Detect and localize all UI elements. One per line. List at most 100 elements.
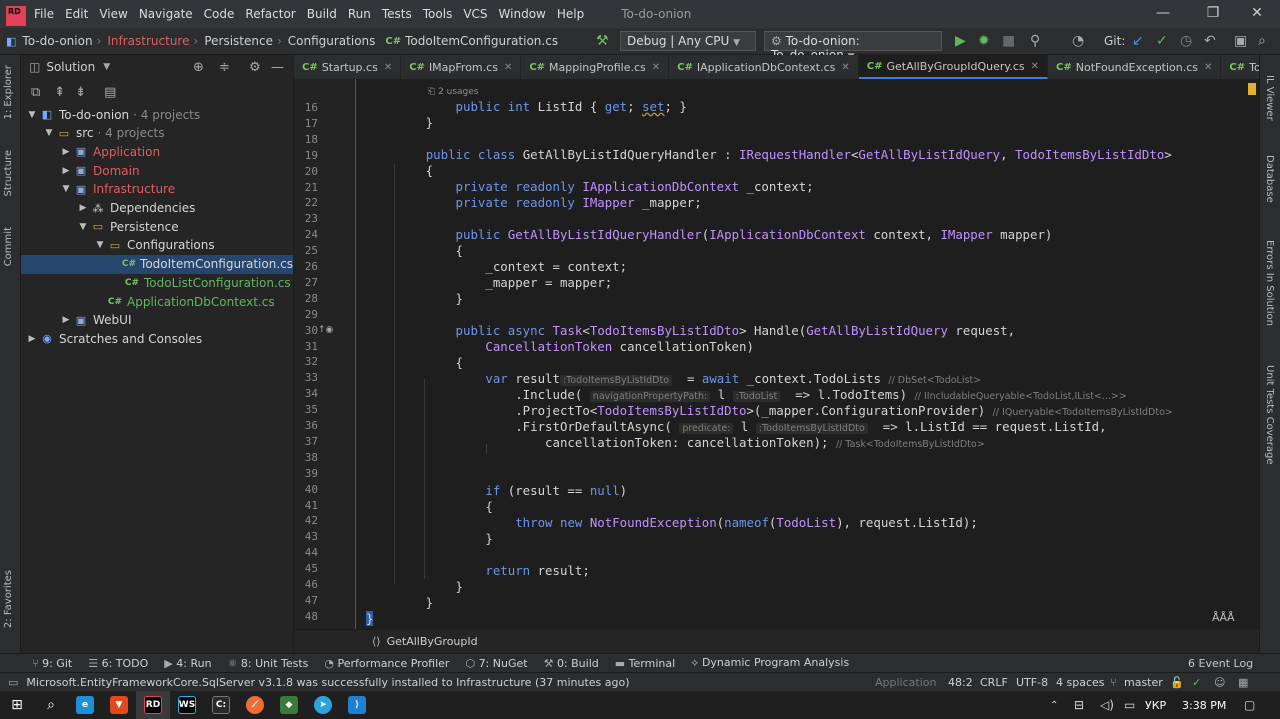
tree-node[interactable]: C# TodoListConfiguration.cs	[21, 273, 293, 292]
hide-icon[interactable]: —	[271, 60, 284, 75]
taskbar-webstorm[interactable]: WS	[170, 691, 204, 719]
git-update-icon[interactable]: ↙	[1132, 33, 1144, 49]
menu-tools[interactable]: Tools	[423, 7, 453, 21]
profiler-icon[interactable]: ◔	[1072, 33, 1084, 49]
tree-node[interactable]: ▼ ▣ Infrastructure	[21, 180, 293, 199]
tool-dpa[interactable]: ⟡ Dynamic Program Analysis	[691, 656, 849, 670]
tab-notfoundexception[interactable]: C# NotFoundException.cs ✕	[1048, 55, 1222, 79]
git-rollback-icon[interactable]: ↶	[1204, 33, 1216, 49]
battery-icon[interactable]: ▭	[1124, 698, 1135, 712]
tree-node[interactable]: ▶ ▣ WebUI	[21, 311, 293, 330]
explorer-strip-tab[interactable]: 1: Explorer	[3, 65, 14, 120]
taskbar-git-client[interactable]: ◆	[272, 691, 306, 719]
checkmark-icon[interactable]: ✓	[1192, 676, 1201, 689]
status-project[interactable]: Application	[875, 676, 936, 689]
tab-mappingprofile[interactable]: C# MappingProfile.cs ✕	[521, 55, 670, 79]
explorer-title[interactable]: Solution	[46, 60, 95, 74]
tab-iapplicationdbcontext[interactable]: C# IApplicationDbContext.cs ✕	[669, 55, 859, 79]
chevron-down-icon[interactable]: ▼	[42, 128, 56, 138]
expand-icon[interactable]: ⇞	[54, 85, 65, 100]
code-editor[interactable]: 16 17 18 19 20 21 22 23 24 25 26 27 28 29 30 31 32 33 34 35…	[294, 79, 1259, 629]
attach-icon[interactable]: ⚲	[1030, 33, 1040, 49]
tree-node[interactable]: ▶ ▣ Domain	[21, 161, 293, 180]
tool-git[interactable]: ⑂ 9: Git	[32, 657, 72, 670]
database-strip-tab[interactable]: Database	[1264, 155, 1275, 203]
close-icon[interactable]: ✕	[384, 62, 392, 73]
tab-startup[interactable]: C# Startup.cs ✕	[294, 55, 402, 79]
usages-hint[interactable]: ⎗ 2 usages	[428, 87, 479, 97]
il-viewer-strip-tab[interactable]: IL Viewer	[1264, 75, 1275, 121]
menu-navigate[interactable]: Navigate	[139, 7, 193, 21]
menu-vcs[interactable]: VCS	[463, 7, 487, 21]
menu-view[interactable]: View	[99, 7, 127, 21]
tree-node[interactable]: ▶ ◉ Scratches and Consoles	[21, 329, 293, 348]
chevron-right-icon[interactable]: ▶	[76, 203, 90, 213]
memory-icon[interactable]: ▦	[1238, 676, 1248, 689]
event-log[interactable]: 6 Event Log	[1188, 657, 1253, 670]
show-all-files-icon[interactable]: ⧉	[31, 85, 40, 100]
favorites-strip-tab[interactable]: 2: Favorites	[3, 570, 14, 628]
inspection-icon[interactable]: ÅÅÅ	[1212, 611, 1235, 624]
git-commit-icon[interactable]: ✓	[1156, 33, 1168, 49]
menu-tests[interactable]: Tests	[382, 7, 412, 21]
gear-icon[interactable]: ⚙	[249, 60, 261, 75]
tree-node[interactable]: ▼ ◧ To-do-onion · 4 projects	[21, 105, 293, 124]
chevron-right-icon[interactable]: ▶	[59, 315, 73, 325]
smile-icon[interactable]: ☺	[1214, 676, 1225, 689]
run-icon[interactable]: ▶	[955, 33, 966, 49]
menu-run[interactable]: Run	[348, 7, 371, 21]
preview-icon[interactable]: ▤	[104, 85, 116, 100]
volume-icon[interactable]: ◁)	[1100, 698, 1114, 712]
collapse-icon[interactable]: ⇟	[75, 85, 86, 100]
close-icon[interactable]: ✕	[652, 62, 660, 73]
file-encoding[interactable]: UTF-8	[1016, 676, 1048, 689]
breadcrumb-solution[interactable]: To-do-onion	[22, 34, 92, 48]
tool-terminal[interactable]: ▬ Terminal	[615, 657, 675, 670]
tool-profiler[interactable]: ◔ Performance Profiler	[324, 657, 449, 670]
close-icon[interactable]: ✕	[1204, 62, 1212, 73]
commit-strip-tab[interactable]: Commit	[3, 227, 14, 266]
implements-icon[interactable]: ↑◉	[318, 325, 333, 335]
search-icon[interactable]: ⌕	[1258, 33, 1266, 49]
close-icon[interactable]: ✕	[841, 62, 849, 73]
run-target-dropdown[interactable]: ⚙ To-do-onion: To_do_onion ▼	[764, 31, 942, 62]
menu-edit[interactable]: Edit	[65, 7, 88, 21]
tree-node[interactable]: ▶ ▣ Application	[21, 142, 293, 161]
windows-start-button[interactable]: ⊞	[0, 691, 34, 719]
stop-icon[interactable]: ■	[1002, 33, 1015, 49]
maximize-button[interactable]: ❐	[1190, 0, 1236, 28]
taskbar-telegram[interactable]: ➤	[306, 691, 340, 719]
taskbar-vscode[interactable]: ⟩	[340, 691, 374, 719]
taskbar-edge[interactable]: e	[68, 691, 102, 719]
keyboard-language[interactable]: УКР	[1145, 699, 1166, 712]
breadcrumb-project[interactable]: Infrastructure	[107, 34, 189, 48]
git-history-icon[interactable]: ◷	[1180, 33, 1192, 49]
taskbar-rider[interactable]: RD	[136, 691, 170, 719]
caret-position[interactable]: 48:2	[948, 676, 973, 689]
tab-imapfrom[interactable]: C# IMapFrom.cs ✕	[401, 55, 522, 79]
code-breadcrumb[interactable]: GetAllByGroupId	[387, 635, 478, 648]
status-message[interactable]: Microsoft.EntityFrameworkCore.SqlServer …	[26, 676, 629, 689]
line-ending[interactable]: CRLF	[980, 676, 1008, 689]
close-icon[interactable]: ✕	[504, 62, 512, 73]
hammer-icon[interactable]: ⚒	[596, 33, 609, 49]
tree-node[interactable]: ▼ ▭ Persistence	[21, 217, 293, 236]
chevron-down-icon[interactable]: ▼	[93, 240, 107, 250]
tree-node[interactable]: C# ApplicationDbContext.cs	[21, 292, 293, 311]
tree-node[interactable]: ▼ ▭ src · 4 projects	[21, 124, 293, 143]
chevron-down-icon[interactable]: ▼	[103, 62, 110, 72]
lock-icon[interactable]: 🔓	[1170, 676, 1184, 689]
tab-todoitemdto[interactable]: C#TodoItemDto	[1221, 55, 1259, 79]
menu-help[interactable]: Help	[557, 7, 584, 21]
tool-build[interactable]: ⚒ 0: Build	[544, 657, 599, 670]
breadcrumb-folder[interactable]: Persistence	[204, 34, 273, 48]
clock[interactable]: 3:38 PM	[1182, 699, 1226, 712]
menu-window[interactable]: Window	[499, 7, 546, 21]
debug-icon[interactable]: ✹	[978, 33, 990, 49]
indent-setting[interactable]: 4 spaces	[1056, 676, 1105, 689]
collapse-all-icon[interactable]: ≑	[219, 60, 230, 75]
tool-nuget[interactable]: ⬡ 7: NuGet	[465, 657, 527, 670]
git-branch[interactable]: master	[1124, 676, 1163, 689]
errors-strip-tab[interactable]: Errors In Solution	[1264, 240, 1275, 326]
tree-node[interactable]: C# TodoItemConfiguration.cs	[21, 254, 293, 274]
